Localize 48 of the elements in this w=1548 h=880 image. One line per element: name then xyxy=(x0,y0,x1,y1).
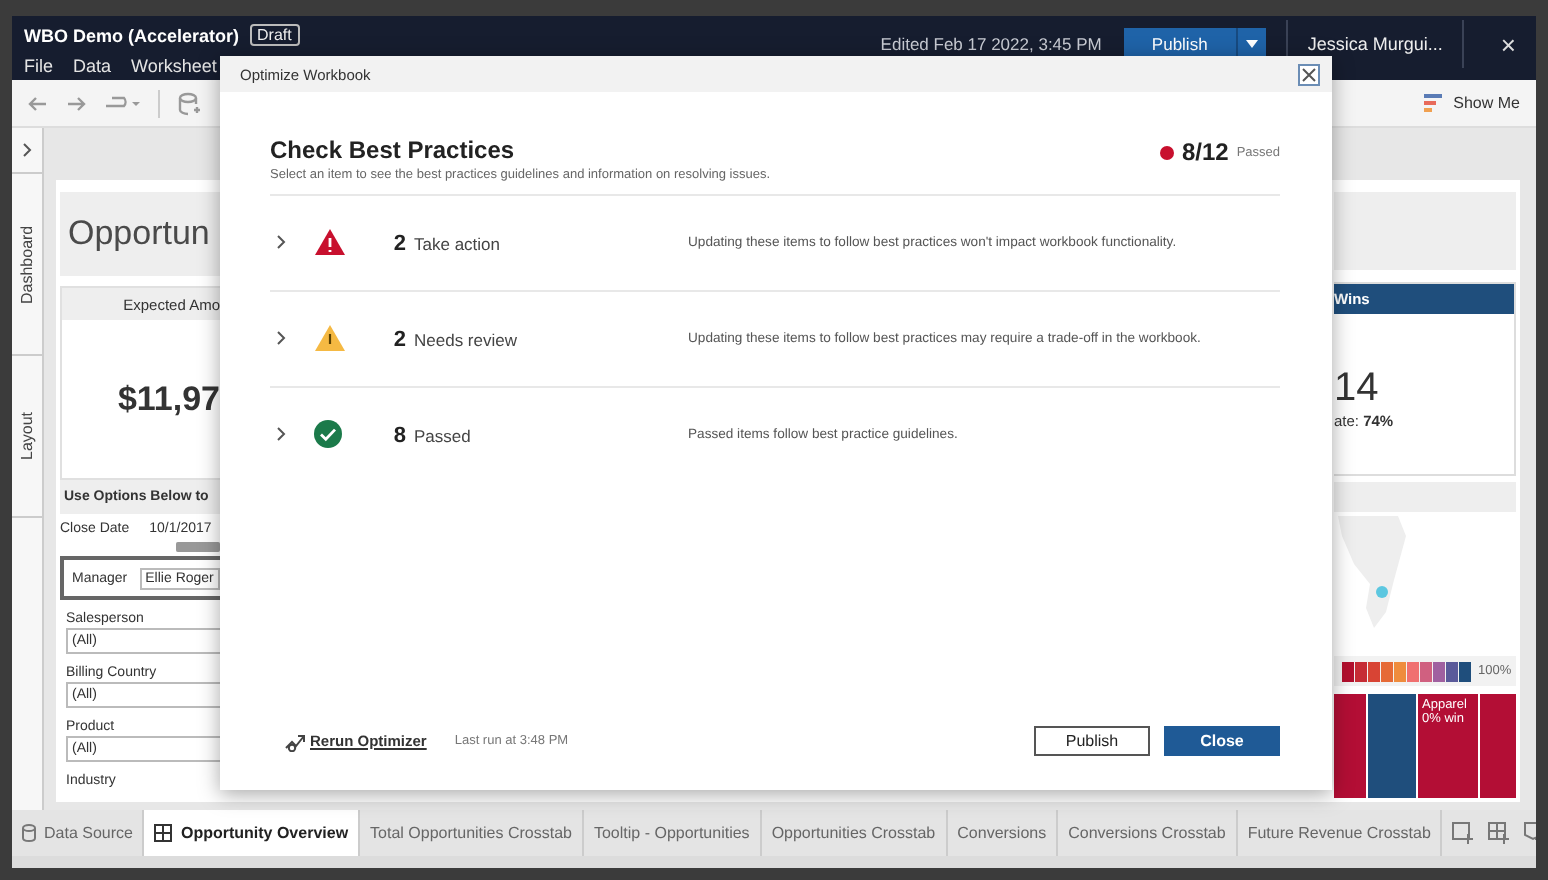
kpi-value: $11,97 xyxy=(115,377,220,421)
close-button[interactable]: Close xyxy=(1164,726,1280,756)
user-name[interactable]: Jessica Murgui... xyxy=(1307,34,1443,54)
chevron-right-icon[interactable] xyxy=(276,233,286,249)
grid-icon xyxy=(154,824,173,842)
add-datasource-icon[interactable] xyxy=(178,91,200,115)
publish-button[interactable]: Publish xyxy=(1034,726,1150,756)
issue-category: Take action xyxy=(414,233,502,253)
issue-count: 8 xyxy=(391,423,408,447)
rerun-icon xyxy=(284,731,306,751)
chevron-right-icon[interactable] xyxy=(276,425,286,441)
close-button[interactable] xyxy=(1298,63,1320,85)
slider-fill[interactable] xyxy=(176,542,220,552)
back-arrow-icon[interactable] xyxy=(28,95,48,111)
check-circle-icon xyxy=(314,419,342,447)
edited-timestamp: Edited Feb 17 2022, 3:45 PM xyxy=(880,34,1102,54)
issue-category: Passed xyxy=(414,425,473,445)
draft-badge: Draft xyxy=(249,24,300,46)
issue-category: Needs review xyxy=(414,329,519,349)
forward-arrow-icon[interactable] xyxy=(66,95,86,111)
side-tab[interactable]: Layout xyxy=(12,356,42,518)
caret-icon xyxy=(1245,40,1258,48)
sheet-tab[interactable]: Opportunity Overview xyxy=(144,810,361,856)
close-button[interactable]: × xyxy=(1500,29,1516,59)
color-legend-drawing xyxy=(1342,661,1472,681)
menu-item[interactable]: Data xyxy=(73,56,112,76)
expand-chevron-icon[interactable] xyxy=(22,142,32,158)
side-tab[interactable]: Dashboard xyxy=(12,174,42,356)
menu-item[interactable]: File xyxy=(24,56,54,76)
close-icon xyxy=(1302,67,1316,81)
menu-item[interactable]: Worksheet xyxy=(131,56,217,76)
dialog-heading: Check Best Practices xyxy=(270,136,517,164)
chart-bars-icon xyxy=(1423,94,1444,112)
kpi-value: 14 xyxy=(1334,366,1381,412)
warning-triangle-icon xyxy=(314,323,346,351)
app-title: WBO Demo (Accelerator) xyxy=(24,25,240,45)
show-me-button[interactable]: Show Me xyxy=(1423,94,1520,112)
issue-count: 2 xyxy=(391,231,408,255)
error-triangle-icon xyxy=(314,227,346,255)
undo-icon[interactable] xyxy=(104,95,140,111)
new-worksheet-icon[interactable] xyxy=(1452,822,1475,844)
status-dot-icon xyxy=(1159,145,1174,159)
chevron-right-icon[interactable] xyxy=(276,329,286,345)
dashboard-title: Opportun xyxy=(60,192,220,276)
issue-count: 2 xyxy=(391,327,408,351)
database-icon xyxy=(22,824,36,842)
new-dashboard-icon[interactable] xyxy=(1488,822,1511,844)
score-value: 8/12 xyxy=(1181,138,1229,166)
